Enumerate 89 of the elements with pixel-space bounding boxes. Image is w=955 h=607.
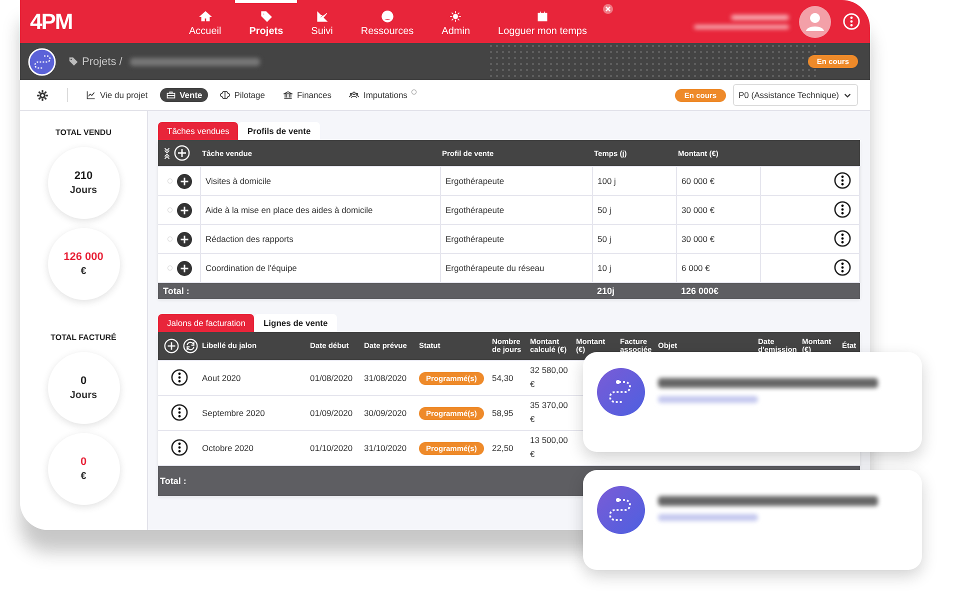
table-cell: Visites à domicile bbox=[200, 166, 440, 196]
project-route-icon bbox=[28, 48, 56, 76]
bank-icon bbox=[282, 90, 293, 100]
collapse-icon[interactable] bbox=[164, 146, 170, 160]
brain-icon bbox=[220, 90, 230, 100]
table-cell: 35 370,00 € bbox=[528, 396, 574, 430]
table-cell: 58,95 bbox=[490, 396, 528, 430]
total-value: 210j bbox=[597, 286, 615, 296]
radio-icon[interactable] bbox=[167, 207, 173, 213]
tag-icon bbox=[68, 56, 79, 67]
more-icon[interactable] bbox=[170, 404, 188, 420]
users-icon bbox=[349, 90, 360, 100]
table-cell: 30 000 € bbox=[676, 196, 760, 224]
project-route-icon bbox=[597, 368, 645, 416]
tag-icon bbox=[260, 10, 273, 22]
phase-select[interactable]: P0 (Assistance Technique) bbox=[732, 84, 858, 106]
section-tab[interactable]: Pilotage bbox=[214, 88, 271, 102]
total-value: 126 000€ bbox=[681, 286, 719, 296]
stat-unit: € bbox=[80, 471, 86, 482]
table-tab[interactable]: Lignes de vente bbox=[254, 314, 337, 332]
section-title: TOTAL FACTURÉ bbox=[50, 333, 116, 342]
refresh-icon[interactable] bbox=[183, 338, 198, 354]
add-icon[interactable] bbox=[177, 174, 192, 188]
nav-item[interactable]: Accueil bbox=[175, 0, 236, 43]
more-icon[interactable] bbox=[170, 438, 188, 456]
table-tab[interactable]: Tâches vendues bbox=[158, 122, 238, 140]
stat-value: 126 000 bbox=[64, 251, 104, 263]
radio-icon[interactable] bbox=[167, 236, 173, 242]
nav-item[interactable]: Ressources bbox=[346, 0, 428, 43]
table-cell: 50 j bbox=[592, 196, 676, 224]
briefcase-icon bbox=[166, 90, 176, 100]
project-card[interactable] bbox=[583, 470, 922, 570]
table-cell: Septembre 2020 bbox=[200, 396, 308, 430]
table-cell: 01/09/2020 bbox=[308, 396, 362, 430]
more-icon[interactable] bbox=[834, 200, 851, 218]
add-icon[interactable] bbox=[177, 260, 192, 276]
breadcrumb-link[interactable]: Projets / bbox=[82, 56, 122, 68]
table-cell: Aide à la mise en place des aides à domicile bbox=[200, 196, 440, 224]
section-tab[interactable]: Imputations bbox=[343, 88, 414, 102]
section-tab[interactable]: Finances bbox=[276, 88, 338, 102]
section-tab[interactable]: Vente bbox=[160, 88, 208, 102]
more-icon[interactable] bbox=[834, 258, 851, 276]
radio-icon[interactable] bbox=[167, 178, 173, 184]
stat-unit: € bbox=[80, 266, 86, 277]
table-cell: 100 j bbox=[592, 166, 676, 196]
calendar-icon bbox=[536, 10, 549, 22]
logo: 4PM bbox=[30, 8, 74, 34]
add-icon[interactable] bbox=[177, 232, 192, 246]
add-icon[interactable] bbox=[177, 202, 192, 218]
table-tab[interactable]: Profils de vente bbox=[238, 122, 320, 140]
add-icon[interactable] bbox=[174, 145, 190, 161]
add-icon[interactable] bbox=[164, 338, 179, 354]
nav-item[interactable]: Suivi bbox=[297, 0, 347, 43]
table-tab[interactable]: Jalons de facturation bbox=[158, 314, 254, 332]
blurred-text bbox=[731, 14, 789, 20]
table-cell: 60 000 € bbox=[676, 166, 760, 196]
stat-unit: Jours bbox=[70, 390, 98, 401]
table-cell: Ergothérapeute bbox=[440, 224, 592, 254]
table-cell: 30 000 € bbox=[676, 224, 760, 254]
table-cell: Ergothérapeute bbox=[440, 196, 592, 224]
home-icon bbox=[198, 10, 212, 22]
stat-value: 0 bbox=[80, 456, 87, 468]
avatar-icon[interactable] bbox=[799, 6, 831, 38]
table-cell: 50 j bbox=[592, 224, 676, 254]
table-cell: Aout 2020 bbox=[200, 360, 308, 396]
stat-unit: Jours bbox=[70, 185, 98, 196]
table-cell: 32 580,00 € bbox=[528, 360, 574, 396]
project-route-icon bbox=[597, 486, 645, 534]
table-cell: 30/09/2020 bbox=[362, 396, 417, 430]
table-cell: 01/08/2020 bbox=[308, 360, 362, 396]
stat-value: 0 bbox=[80, 375, 87, 387]
more-icon[interactable] bbox=[834, 230, 851, 246]
nav-item[interactable]: Admin bbox=[428, 0, 484, 43]
table-cell: Rédaction des rapports bbox=[200, 224, 440, 254]
more-icon[interactable] bbox=[834, 172, 851, 188]
nav-item[interactable]: Logguer mon temps bbox=[484, 0, 601, 43]
more-icon[interactable] bbox=[170, 368, 188, 386]
info-icon bbox=[411, 89, 418, 95]
project-card[interactable] bbox=[583, 352, 922, 452]
close-icon[interactable] bbox=[602, 4, 613, 14]
stat-value: 210 bbox=[74, 170, 93, 182]
table-cell: 54,30 bbox=[490, 360, 528, 396]
total-label: Total : bbox=[160, 476, 186, 486]
section-title: TOTAL VENDU bbox=[55, 128, 112, 137]
table-cell: 31/08/2020 bbox=[362, 360, 417, 396]
total-label: Total : bbox=[163, 286, 190, 296]
radio-icon[interactable] bbox=[167, 265, 173, 271]
table-cell: Ergothérapeute bbox=[440, 166, 592, 196]
section-tab[interactable]: Vie du projet bbox=[80, 88, 154, 102]
